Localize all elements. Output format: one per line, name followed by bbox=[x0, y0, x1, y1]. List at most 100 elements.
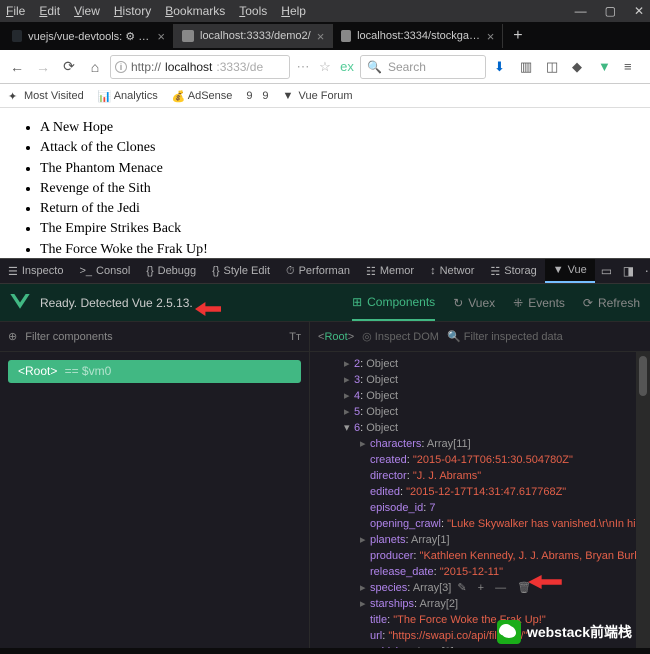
component-tree-root[interactable]: <Root> == $vm0 bbox=[8, 360, 301, 383]
search-bar[interactable]: 🔍 Search bbox=[360, 55, 486, 79]
extension-icon[interactable]: ex bbox=[338, 59, 356, 74]
caret-icon[interactable]: ▸ bbox=[360, 532, 370, 548]
data-prop-row[interactable]: ▸characters: Array[11] bbox=[320, 436, 650, 452]
window-minimize-icon[interactable]: — bbox=[575, 4, 587, 18]
data-prop-row[interactable]: ▸planets: Array[1] bbox=[320, 532, 650, 548]
data-prop-row[interactable]: created: "2015-04-17T06:51:30.504780Z" bbox=[320, 452, 650, 468]
data-object-row[interactable]: ▸4: Object bbox=[320, 388, 650, 404]
data-prop-row[interactable]: producer: "Kathleen Kennedy, J. J. Abram… bbox=[320, 548, 650, 564]
devtools-settings-icon[interactable]: ⋯ bbox=[645, 264, 650, 278]
list-item: A New Hope bbox=[40, 118, 636, 138]
devtools-tab-memor[interactable]: ☷Memor bbox=[358, 259, 422, 283]
vue-tab-refresh[interactable]: ⟳Refresh bbox=[583, 296, 640, 310]
devtools-tab-performan[interactable]: ⏱Performan bbox=[278, 259, 358, 283]
browser-tab[interactable]: vuejs/vue-devtools: ⚙ Browse × bbox=[4, 24, 174, 48]
data-object-row[interactable]: ▾6: Object bbox=[320, 420, 650, 436]
wechat-icon bbox=[497, 620, 521, 644]
bookmark-icon: 💰 bbox=[172, 90, 184, 102]
data-object-row[interactable]: ▸3: Object bbox=[320, 372, 650, 388]
bookmark-item[interactable]: 📊Analytics bbox=[98, 90, 158, 102]
devtools-tab-networ[interactable]: ↕Networ bbox=[422, 259, 482, 283]
bookmark-star-icon[interactable]: ☆ bbox=[316, 59, 334, 75]
filter-data-input[interactable]: 🔍 Filter inspected data bbox=[447, 330, 563, 343]
component-tree: <Root> == $vm0 bbox=[0, 352, 310, 648]
favicon-icon bbox=[12, 30, 22, 42]
library-icon[interactable]: ▥ bbox=[520, 59, 536, 75]
devtools-tab-style edit[interactable]: {}Style Edit bbox=[204, 259, 278, 283]
devtools-tab-consol[interactable]: >_Consol bbox=[71, 259, 138, 283]
inspect-dom-button[interactable]: ◎ Inspect DOM bbox=[362, 330, 439, 343]
devtools-dock-icon[interactable]: ◨ bbox=[623, 264, 639, 278]
menu-view[interactable]: View bbox=[74, 4, 100, 18]
data-prop-row[interactable]: director: "J. J. Abrams" bbox=[320, 468, 650, 484]
caret-icon[interactable]: ▸ bbox=[360, 644, 370, 648]
home-button[interactable]: ⌂ bbox=[84, 56, 106, 78]
data-prop-row[interactable]: episode_id: 7 bbox=[320, 500, 650, 516]
menu-edit[interactable]: Edit bbox=[39, 4, 60, 18]
vue-tab-vuex[interactable]: ↻Vuex bbox=[453, 296, 495, 310]
data-prop-row[interactable]: opening_crawl: "Luke Skywalker has vanis… bbox=[320, 516, 650, 532]
bookmark-item[interactable]: ✦Most Visited bbox=[8, 90, 84, 102]
data-object-row[interactable]: ▸2: Object bbox=[320, 356, 650, 372]
vue-extension-icon[interactable]: ▼ bbox=[598, 59, 614, 75]
list-item: The Empire Strikes Back bbox=[40, 219, 636, 239]
component-data-panel: ▸2: Object▸3: Object▸4: Object▸5: Object… bbox=[310, 352, 650, 648]
back-button[interactable]: ← bbox=[6, 56, 28, 78]
menu-help[interactable]: Help bbox=[281, 4, 306, 18]
bookmark-item[interactable]: 💰AdSense bbox=[172, 90, 233, 102]
data-prop-row[interactable]: ▸vehicles: Array[0] bbox=[320, 644, 650, 648]
vue-tab-events[interactable]: ⁜Events bbox=[513, 296, 565, 310]
forward-button[interactable]: → bbox=[32, 56, 54, 78]
tab-close-icon[interactable]: × bbox=[157, 29, 165, 44]
devtools-tab-debugg[interactable]: {}Debugg bbox=[138, 259, 204, 283]
bookmark-item[interactable]: ▼Vue Forum bbox=[283, 90, 353, 102]
caret-icon[interactable]: ▸ bbox=[344, 372, 354, 388]
devtools-tab-inspecto[interactable]: ☰Inspecto bbox=[0, 259, 71, 283]
info-icon[interactable]: i bbox=[115, 61, 127, 73]
caret-icon[interactable]: ▸ bbox=[344, 388, 354, 404]
caret-icon[interactable]: ▸ bbox=[360, 596, 370, 612]
menu-tools[interactable]: Tools bbox=[239, 4, 267, 18]
data-prop-row[interactable]: release_date: "2015-12-11" bbox=[320, 564, 650, 580]
tab-close-icon[interactable]: × bbox=[317, 29, 325, 44]
caret-icon[interactable]: ▸ bbox=[344, 356, 354, 372]
prop-actions[interactable]: ✎ + — 🗑 bbox=[457, 582, 535, 594]
vue-tab-components[interactable]: ⊞Components bbox=[352, 295, 435, 321]
devtools-tab-vue[interactable]: ▼Vue bbox=[545, 259, 595, 283]
browser-tab[interactable]: localhost:3334/stockgame.html× bbox=[333, 24, 503, 48]
menu-history[interactable]: History bbox=[114, 4, 151, 18]
bookmark-item[interactable]: 99 bbox=[246, 90, 268, 102]
devtools-tab-bar: ☰Inspecto>_Consol{}Debugg{}Style Edit⏱Pe… bbox=[0, 258, 650, 284]
new-tab-button[interactable]: + bbox=[503, 27, 532, 45]
select-component-icon[interactable]: ⊕ bbox=[8, 330, 17, 343]
devtab-icon: ☰ bbox=[8, 265, 18, 278]
hamburger-menu-icon[interactable]: ≡ bbox=[624, 59, 640, 75]
tab-close-icon[interactable]: × bbox=[487, 29, 495, 44]
data-prop-row[interactable]: ▸starships: Array[2] bbox=[320, 596, 650, 612]
window-close-icon[interactable]: ✕ bbox=[634, 4, 644, 18]
data-prop-row[interactable]: edited: "2015-12-17T14:31:47.617768Z" bbox=[320, 484, 650, 500]
address-bar[interactable]: i http://localhost:3333/de bbox=[110, 55, 290, 79]
filter-components-input[interactable]: Filter components bbox=[25, 331, 281, 343]
window-maximize-icon[interactable]: ▢ bbox=[605, 4, 616, 18]
data-prop-row[interactable]: ▸species: Array[3]✎ + — 🗑 bbox=[320, 580, 650, 596]
caret-icon[interactable]: ▸ bbox=[344, 404, 354, 420]
scrollbar[interactable] bbox=[636, 352, 650, 648]
caret-icon[interactable]: ▾ bbox=[344, 420, 354, 436]
format-icon[interactable]: Tт bbox=[289, 331, 301, 343]
devtools-tab-storag[interactable]: ☵Storag bbox=[482, 259, 544, 283]
devtools-responsive-icon[interactable]: ▭ bbox=[601, 264, 617, 278]
reload-button[interactable]: ⟳ bbox=[58, 56, 80, 78]
caret-icon[interactable]: ▸ bbox=[360, 580, 370, 596]
menu-file[interactable]: File bbox=[6, 4, 25, 18]
caret-icon[interactable]: ▸ bbox=[360, 436, 370, 452]
tab-title: vuejs/vue-devtools: ⚙ Browse bbox=[28, 30, 151, 43]
url-scheme: http:// bbox=[131, 60, 161, 74]
browser-tab[interactable]: localhost:3333/demo2/× bbox=[174, 24, 333, 48]
page-action-icon[interactable]: ⋯ bbox=[294, 59, 312, 75]
download-icon[interactable]: ⬇ bbox=[494, 59, 510, 75]
pocket-icon[interactable]: ◆ bbox=[572, 59, 588, 75]
sidebar-icon[interactable]: ◫ bbox=[546, 59, 562, 75]
data-object-row[interactable]: ▸5: Object bbox=[320, 404, 650, 420]
menu-bookmarks[interactable]: Bookmarks bbox=[165, 4, 225, 18]
